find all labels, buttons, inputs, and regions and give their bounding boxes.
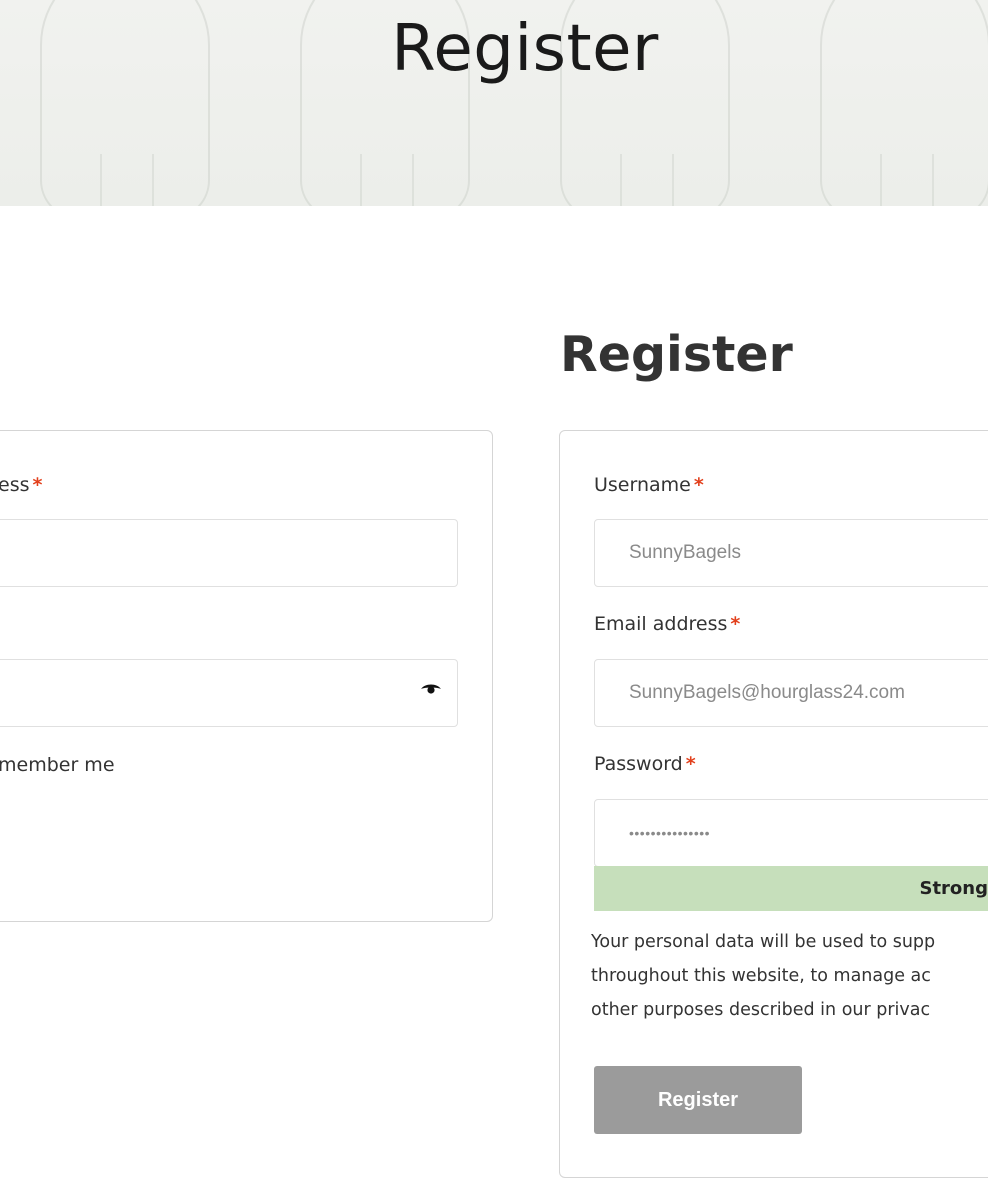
- eye-icon[interactable]: [420, 682, 442, 696]
- register-button[interactable]: Register: [594, 1066, 802, 1134]
- required-asterisk: *: [685, 753, 696, 775]
- password-input[interactable]: •••••••••••••••: [594, 799, 988, 867]
- required-asterisk: *: [730, 613, 741, 635]
- page-hero-banner: Register: [0, 0, 988, 206]
- login-email-input[interactable]: [0, 519, 458, 587]
- required-asterisk: *: [32, 474, 43, 496]
- remember-me-label[interactable]: member me: [0, 754, 115, 776]
- password-label: Password *: [594, 753, 696, 775]
- email-label: Email address *: [594, 613, 740, 635]
- email-label-text: Email address: [594, 613, 728, 635]
- login-email-label-text: ess: [0, 474, 30, 496]
- email-input[interactable]: SunnyBagels@hourglass24.com: [594, 659, 988, 727]
- password-label-text: Password: [594, 753, 683, 775]
- privacy-line: Your personal data will be used to supp: [591, 932, 936, 952]
- username-label-text: Username: [594, 474, 691, 496]
- page-title: Register: [391, 12, 659, 86]
- password-strength-meter: Strong: [594, 866, 988, 911]
- privacy-policy-text: Your personal data will be used to supp …: [591, 925, 988, 1027]
- privacy-line: other purposes described in our privac: [591, 1000, 931, 1020]
- login-email-label: ess *: [0, 474, 42, 496]
- username-input[interactable]: SunnyBagels: [594, 519, 988, 587]
- required-asterisk: *: [693, 474, 704, 496]
- register-heading: Register: [560, 326, 793, 383]
- username-label: Username *: [594, 474, 704, 496]
- privacy-line: throughout this website, to manage ac: [591, 966, 931, 986]
- login-password-input[interactable]: [0, 659, 458, 727]
